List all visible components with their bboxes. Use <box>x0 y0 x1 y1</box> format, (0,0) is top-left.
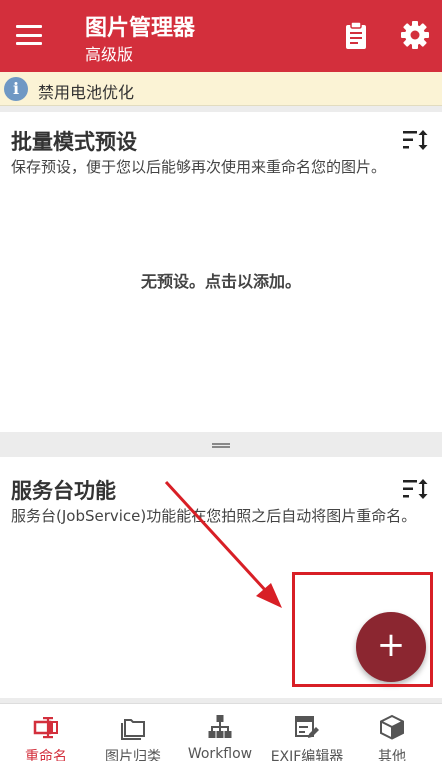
nav-item-sort[interactable]: 图片归类 <box>89 704 177 761</box>
nav-label: EXIF编辑器 <box>270 749 344 761</box>
cube-icon <box>380 714 404 740</box>
presets-title: 批量模式预设 <box>11 130 137 154</box>
service-title: 服务台功能 <box>11 479 116 503</box>
battery-optimization-banner[interactable]: i 禁用电池优化 <box>0 72 442 106</box>
menu-icon[interactable] <box>14 22 44 48</box>
folder-icon <box>121 719 145 740</box>
workflow-icon <box>208 715 232 738</box>
gear-icon[interactable] <box>400 20 430 50</box>
app-subtitle: 高级版 <box>85 45 134 64</box>
rename-icon <box>33 717 58 739</box>
nav-item-exif-editor[interactable]: EXIF编辑器 <box>263 704 351 761</box>
app-bar: 图片管理器 高级版 <box>0 0 442 72</box>
drag-handle[interactable] <box>212 443 230 448</box>
info-icon: i <box>4 77 28 101</box>
nav-item-rename[interactable]: 重命名 <box>2 704 90 761</box>
clipboard-icon[interactable] <box>341 20 371 50</box>
nav-item-other[interactable]: 其他 <box>348 704 436 761</box>
nav-label: 图片归类 <box>105 749 161 761</box>
exif-editor-icon <box>295 716 319 738</box>
nav-item-workflow[interactable]: Workflow <box>176 704 264 761</box>
sort-icon[interactable] <box>402 128 430 152</box>
nav-label: 重命名 <box>25 749 67 761</box>
presets-description: 保存预设，便于您以后能够再次使用来重命名您的图片。 <box>11 158 387 176</box>
service-description: 服务台(JobService)功能能在您拍照之后自动将图片重命名。 <box>11 507 417 525</box>
presets-empty-text[interactable]: 无预设。点击以添加。 <box>0 268 442 292</box>
nav-label: 其他 <box>378 749 406 761</box>
nav-label: Workflow <box>187 746 253 761</box>
app-title: 图片管理器 <box>85 16 196 41</box>
sort-icon[interactable] <box>402 477 430 501</box>
banner-text: 禁用电池优化 <box>38 83 135 102</box>
annotation-highlight-box <box>292 572 433 687</box>
batch-presets-card: 批量模式预设 保存预设，便于您以后能够再次使用来重命名您的图片。 无预设。点击以… <box>0 112 442 432</box>
bottom-navigation: 重命名 图片归类 Workflow EXIF编辑器 其他 <box>0 703 442 761</box>
